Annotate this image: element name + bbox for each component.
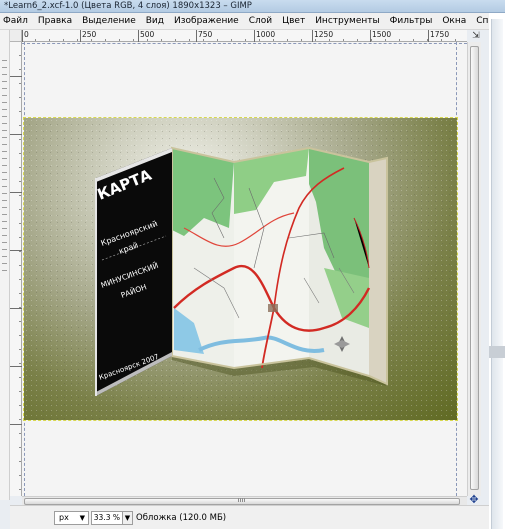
vertical-scrollbar[interactable] [467, 42, 481, 496]
horizontal-ruler[interactable]: 0 250 500 750 1000 1250 1500 1750 ⇲ [22, 30, 480, 42]
menu-windows[interactable]: Окна [437, 13, 471, 30]
menu-filters[interactable]: Фильтры [385, 13, 438, 30]
menu-layer[interactable]: Слой [244, 13, 277, 30]
menu-select[interactable]: Выделение [77, 13, 141, 30]
unit-value: px [59, 513, 69, 522]
adjacent-window-strip [491, 19, 503, 529]
guide-line-top [22, 43, 467, 44]
zoom-to-window-icon[interactable]: ⇲ [469, 30, 483, 42]
ruler-corner-button[interactable] [10, 30, 22, 42]
unit-select[interactable]: px ▼ [54, 511, 89, 525]
window-title: *Learn6_2.xcf-1.0 (Цвета RGB, 4 слоя) 18… [4, 1, 252, 11]
ruler-tick [10, 424, 22, 425]
image-canvas[interactable]: КАРТА Красноярский край МИНУСИНСКИЙ РАЙО… [22, 42, 467, 496]
navigate-icon[interactable]: ✥ [467, 494, 481, 505]
vertical-scrollbar-thumb[interactable] [470, 46, 479, 490]
desktop-edge [489, 13, 505, 529]
ruler-label: 1000 [256, 30, 276, 39]
zoom-input[interactable]: 33.3 % [91, 511, 123, 525]
ruler-label: 1500 [372, 30, 392, 39]
scrollbar-grip [238, 498, 246, 502]
adjacent-window-separator [489, 346, 505, 358]
menu-colors[interactable]: Цвет [277, 13, 310, 30]
menu-view[interactable]: Вид [141, 13, 169, 30]
ruler-label: 0 [24, 30, 29, 39]
active-layer-info: Обложка (120.0 МБ) [136, 513, 227, 523]
ruler-tick [10, 250, 22, 251]
chevron-down-icon: ▼ [79, 514, 85, 522]
menu-bar: Файл Правка Выделение Вид Изображение Сл… [0, 13, 505, 30]
ruler-label: 250 [82, 30, 97, 39]
folded-map-artwork: КАРТА Красноярский край МИНУСИНСКИЙ РАЙО… [95, 146, 388, 396]
dock-marks [2, 54, 7, 274]
ruler-label: 1750 [430, 30, 450, 39]
ruler-tick [10, 308, 22, 309]
menu-tools[interactable]: Инструменты [310, 13, 384, 30]
menu-image[interactable]: Изображение [169, 13, 244, 30]
menu-file[interactable]: Файл [0, 13, 33, 30]
ruler-tick [10, 76, 22, 77]
ruler-label: 500 [140, 30, 155, 39]
ruler-tick [10, 192, 22, 193]
horizontal-scrollbar[interactable] [22, 496, 467, 505]
ruler-tick [10, 134, 22, 135]
image-layer[interactable]: КАРТА Красноярский край МИНУСИНСКИЙ РАЙО… [23, 117, 458, 421]
vertical-ruler[interactable] [10, 42, 22, 496]
title-bar: *Learn6_2.xcf-1.0 (Цвета RGB, 4 слоя) 18… [0, 0, 505, 13]
ruler-label: 750 [198, 30, 213, 39]
menu-edit[interactable]: Правка [33, 13, 77, 30]
zoom-dropdown-icon[interactable]: ▼ [123, 511, 133, 525]
status-bar: px ▼ 33.3 % ▼ Обложка (120.0 МБ) [10, 505, 489, 529]
ruler-tick [10, 366, 22, 367]
left-dock-edge [0, 30, 10, 500]
ruler-label: 1250 [314, 30, 334, 39]
